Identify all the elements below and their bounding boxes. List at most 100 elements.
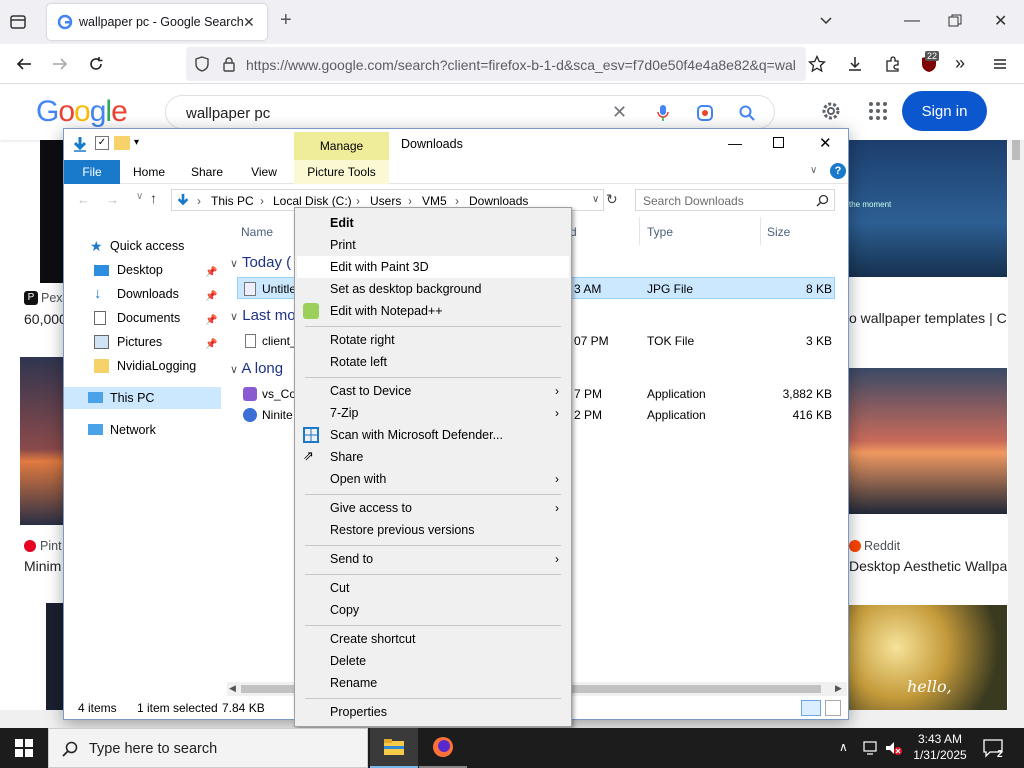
recent-locations-icon[interactable]: ∨	[136, 191, 143, 202]
properties-check-icon[interactable]: ✓	[95, 136, 109, 150]
nav-desktop[interactable]: Desktop 📌	[64, 259, 224, 281]
tab-home[interactable]: Home	[124, 160, 174, 184]
pin-icon[interactable]: 📌	[205, 334, 217, 356]
result-image[interactable]: the moment	[849, 140, 1007, 277]
menu-item-print[interactable]: Print	[297, 234, 569, 256]
result-image[interactable]	[20, 357, 64, 525]
tab-file[interactable]: File	[64, 160, 120, 184]
result-title[interactable]: Minim	[24, 558, 64, 574]
pin-icon[interactable]: 📌	[205, 310, 217, 332]
pin-icon[interactable]: 📌	[205, 262, 217, 284]
window-close-icon[interactable]: ✕	[994, 11, 1007, 31]
address-history-icon[interactable]: ∨	[592, 194, 599, 205]
menu-item-edit-with-notepad-plus-plus[interactable]: Edit with Notepad++	[297, 300, 569, 322]
ribbon-expand-icon[interactable]: ∨	[810, 165, 817, 176]
menu-item-properties[interactable]: Properties	[297, 701, 569, 723]
group-header-a-long-time-ago[interactable]: ∨ A long	[230, 360, 283, 377]
group-header-today[interactable]: ∨ Today (	[230, 254, 291, 271]
breadcrumb-users[interactable]: Users	[370, 194, 401, 208]
menu-hamburger-icon[interactable]	[992, 56, 1008, 72]
lens-search-icon[interactable]	[696, 104, 714, 122]
quick-download-icon[interactable]	[72, 136, 88, 152]
menu-item-delete[interactable]: Delete	[297, 650, 569, 672]
result-title[interactable]: 60,000+	[24, 311, 64, 327]
menu-item-edit[interactable]: Edit	[297, 212, 569, 234]
google-search-box[interactable]: wallpaper pc ✕	[165, 95, 775, 129]
breadcrumb-vm5[interactable]: VM5	[422, 194, 447, 208]
overflow-chevrons-icon[interactable]: »	[955, 53, 965, 74]
apps-grid-icon[interactable]	[868, 101, 888, 121]
result-image[interactable]: hello,	[849, 605, 1007, 710]
manage-tab[interactable]: Manage	[294, 132, 389, 160]
tab-overflow-chevron-icon[interactable]	[818, 12, 834, 28]
refresh-icon[interactable]: ↻	[606, 191, 618, 208]
explorer-search-box[interactable]: Search Downloads	[635, 189, 835, 211]
nav-nvidialogging[interactable]: NvidiaLogging	[64, 355, 224, 377]
new-folder-icon[interactable]	[114, 136, 130, 150]
result-image[interactable]	[46, 603, 64, 710]
picture-tools-tab[interactable]: Picture Tools	[294, 160, 389, 184]
bookmark-star-icon[interactable]	[808, 55, 826, 73]
tracking-shield-icon[interactable]	[194, 56, 210, 72]
result-image[interactable]	[40, 140, 64, 283]
up-folder-icon[interactable]: ↑	[150, 190, 157, 206]
menu-item-edit-with-paint-3d[interactable]: Edit with Paint 3D	[297, 256, 569, 278]
restore-icon[interactable]	[948, 14, 962, 28]
column-divider[interactable]	[760, 217, 761, 245]
customize-toolbar-icon[interactable]: ▾	[134, 137, 139, 148]
taskbar-firefox[interactable]	[419, 728, 467, 768]
google-logo[interactable]: Google	[36, 95, 128, 129]
taskbar-search-box[interactable]: Type here to search	[48, 728, 368, 768]
volume-muted-icon[interactable]	[884, 740, 902, 756]
tab-close-icon[interactable]: ✕	[243, 14, 255, 31]
reload-icon[interactable]	[82, 50, 110, 78]
menu-item-rotate-left[interactable]: Rotate left	[297, 351, 569, 373]
extensions-icon[interactable]	[884, 55, 902, 73]
menu-item-copy[interactable]: Copy	[297, 599, 569, 621]
nav-quick-access[interactable]: ★ Quick access	[64, 235, 224, 257]
explorer-close-icon[interactable]: ✕	[819, 134, 832, 152]
nav-documents[interactable]: Documents 📌	[64, 307, 224, 329]
breadcrumb-local-disk[interactable]: Local Disk (C:)	[273, 194, 352, 208]
breadcrumb-this-pc[interactable]: This PC	[211, 194, 254, 208]
downloads-icon[interactable]	[846, 55, 864, 73]
details-view-icon[interactable]	[801, 700, 821, 716]
breadcrumb-downloads[interactable]: Downloads	[469, 194, 528, 208]
lock-icon[interactable]	[222, 56, 236, 72]
taskbar-file-explorer[interactable]	[370, 728, 418, 768]
sign-in-button[interactable]: Sign in	[902, 91, 987, 131]
system-clock[interactable]: 3:43 AM 1/31/2025	[904, 731, 976, 763]
column-header-type[interactable]: Type	[647, 225, 673, 239]
menu-item-rename[interactable]: Rename	[297, 672, 569, 694]
voice-search-icon[interactable]	[656, 104, 670, 122]
nav-network[interactable]: Network	[64, 419, 224, 441]
menu-item-rotate-right[interactable]: Rotate right	[297, 329, 569, 351]
tab-list-icon[interactable]	[8, 12, 28, 32]
explorer-maximize-icon[interactable]	[773, 137, 784, 148]
start-button[interactable]	[0, 728, 48, 768]
scroll-right-icon[interactable]: ▶	[835, 683, 842, 694]
menu-item-give-access-to[interactable]: Give access to ›	[297, 497, 569, 519]
tab-share[interactable]: Share	[182, 160, 232, 184]
column-header-name[interactable]: Name	[241, 225, 273, 239]
nav-pictures[interactable]: Pictures 📌	[64, 331, 224, 353]
column-header-size[interactable]: Size	[767, 225, 790, 239]
menu-item-create-shortcut[interactable]: Create shortcut	[297, 628, 569, 650]
minimize-icon[interactable]: —	[904, 12, 920, 30]
settings-gear-icon[interactable]	[820, 100, 842, 122]
scroll-left-icon[interactable]: ◀	[229, 683, 236, 694]
menu-item-restore-previous-versions[interactable]: Restore previous versions	[297, 519, 569, 541]
menu-item-send-to[interactable]: Send to ›	[297, 548, 569, 570]
url-bar[interactable]: https://www.google.com/search?client=fir…	[186, 47, 806, 81]
menu-item-cast-to-device[interactable]: Cast to Device ›	[297, 380, 569, 402]
page-vertical-scrollbar[interactable]	[1008, 140, 1024, 710]
nav-forward-icon[interactable]: →	[106, 192, 119, 207]
back-icon[interactable]	[10, 50, 38, 78]
menu-item-set-as-desktop-background[interactable]: Set as desktop background	[297, 278, 569, 300]
large-icons-view-icon[interactable]	[825, 700, 841, 716]
menu-item-cut[interactable]: Cut	[297, 577, 569, 599]
tab-view[interactable]: View	[240, 160, 288, 184]
nav-back-icon[interactable]: ←	[77, 192, 90, 207]
group-header-last-month[interactable]: ∨ Last mo	[230, 307, 296, 324]
pin-icon[interactable]: 📌	[205, 286, 217, 308]
